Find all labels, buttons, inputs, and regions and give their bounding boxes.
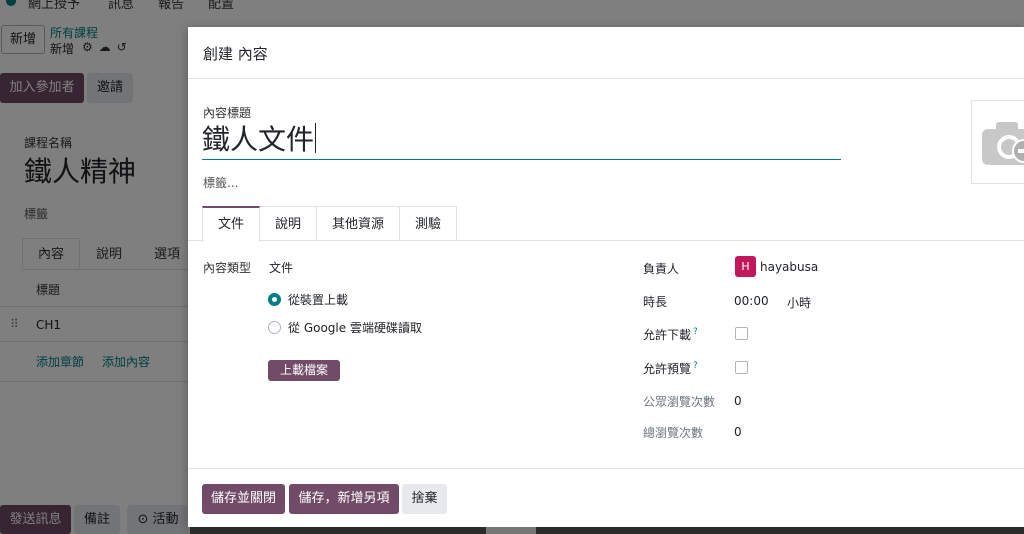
allow-download-checkbox[interactable]: [735, 327, 748, 340]
help-icon[interactable]: ?: [693, 361, 698, 371]
duration-unit: 小時: [787, 296, 812, 310]
tab-description[interactable]: 說明: [259, 206, 318, 241]
tab-document[interactable]: 文件: [202, 206, 261, 242]
total-views-label: 總瀏覽次數: [643, 426, 704, 440]
allow-download-label: 允許下載?: [643, 326, 698, 343]
radio-label: 從 Google 雲端硬碟讀取: [288, 321, 422, 335]
tags-input[interactable]: 標籤...: [203, 174, 238, 191]
camera-icon: [982, 122, 1024, 165]
scrollbar-thumb[interactable]: [486, 527, 536, 534]
avatar: H: [735, 256, 756, 277]
dialog-header: 創建 內容: [188, 27, 1024, 79]
radio-google-drive[interactable]: 從 Google 雲端硬碟讀取: [268, 319, 422, 336]
discard-button[interactable]: 捨棄: [402, 484, 447, 514]
duration-input[interactable]: 00:00: [734, 294, 769, 308]
radio-label: 從裝置上載: [288, 293, 349, 307]
save-close-button[interactable]: 儲存並關閉: [202, 484, 285, 514]
radio-upload-from-device[interactable]: 從裝置上載: [268, 291, 348, 308]
taskbar-strip: [190, 527, 1024, 534]
content-tabs: 文件 說明 其他資源 測驗: [202, 206, 458, 242]
tab-additional-resources[interactable]: 其他資源: [316, 206, 401, 241]
public-views-value: 0: [734, 394, 742, 408]
create-content-dialog: 創建 內容 內容標題 鐵人文件 標籤... 文件 說明 其他資源 測驗 內容類型…: [188, 27, 1024, 527]
total-views-value: 0: [734, 425, 742, 439]
responsible-field[interactable]: hayabusa: [760, 260, 818, 274]
radio-checked-icon: [268, 293, 281, 306]
dialog-title: 創建 內容: [203, 45, 268, 63]
help-icon[interactable]: ?: [693, 327, 698, 337]
content-title-value: 鐵人文件: [202, 123, 315, 156]
save-new-button[interactable]: 儲存，新增另項: [289, 484, 399, 514]
allow-preview-text: 允許預覽: [643, 362, 692, 376]
image-upload-field[interactable]: [971, 100, 1024, 184]
dialog-footer: 儲存並關閉 儲存，新增另項 捨棄: [188, 468, 1024, 527]
content-type-select[interactable]: 文件: [269, 259, 293, 276]
allow-download-text: 允許下載: [643, 328, 692, 342]
radio-unchecked-icon: [268, 321, 281, 334]
upload-file-button[interactable]: 上載檔案: [268, 360, 340, 381]
tabs-divider: [188, 240, 1024, 241]
content-type-label: 內容類型: [203, 261, 252, 275]
allow-preview-checkbox[interactable]: [735, 361, 748, 374]
text-caret: [315, 123, 317, 153]
duration-label: 時長: [643, 295, 668, 309]
allow-preview-label: 允許預覽?: [643, 360, 698, 377]
public-views-label: 公眾瀏覽次數: [643, 395, 716, 409]
responsible-label: 負責人: [643, 262, 680, 276]
tab-quiz[interactable]: 測驗: [399, 206, 458, 241]
content-title-label: 內容標題: [203, 106, 252, 120]
content-title-input[interactable]: 鐵人文件: [202, 120, 841, 160]
